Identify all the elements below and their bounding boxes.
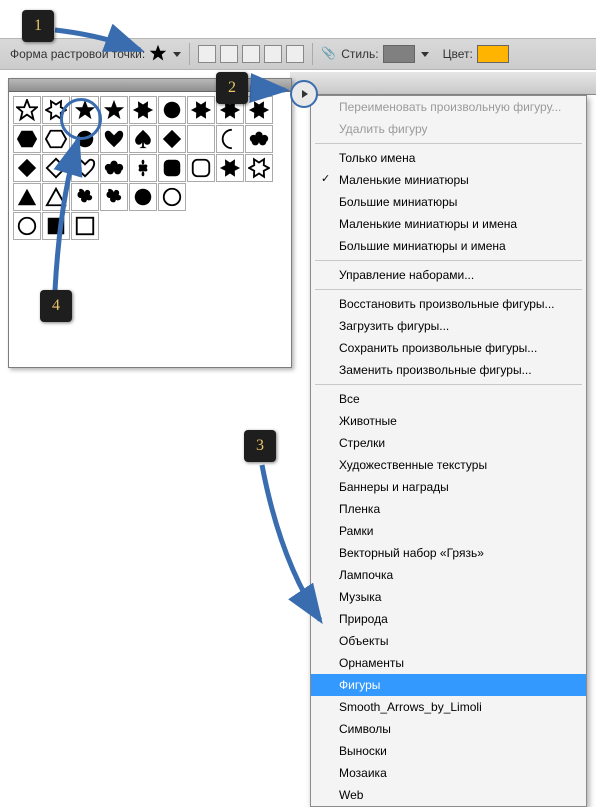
- callout-marker-2: 2: [216, 72, 248, 104]
- menu-item[interactable]: Web: [311, 784, 586, 806]
- menu-item[interactable]: Выноски: [311, 740, 586, 762]
- flyout-menu-button[interactable]: [290, 80, 318, 108]
- callout-marker-1: 1: [22, 10, 54, 42]
- menu-item[interactable]: Мозаика: [311, 762, 586, 784]
- callout-marker-3: 3: [244, 430, 276, 462]
- callout-marker-4: 4: [40, 290, 72, 322]
- annotation-arrows: [0, 0, 596, 735]
